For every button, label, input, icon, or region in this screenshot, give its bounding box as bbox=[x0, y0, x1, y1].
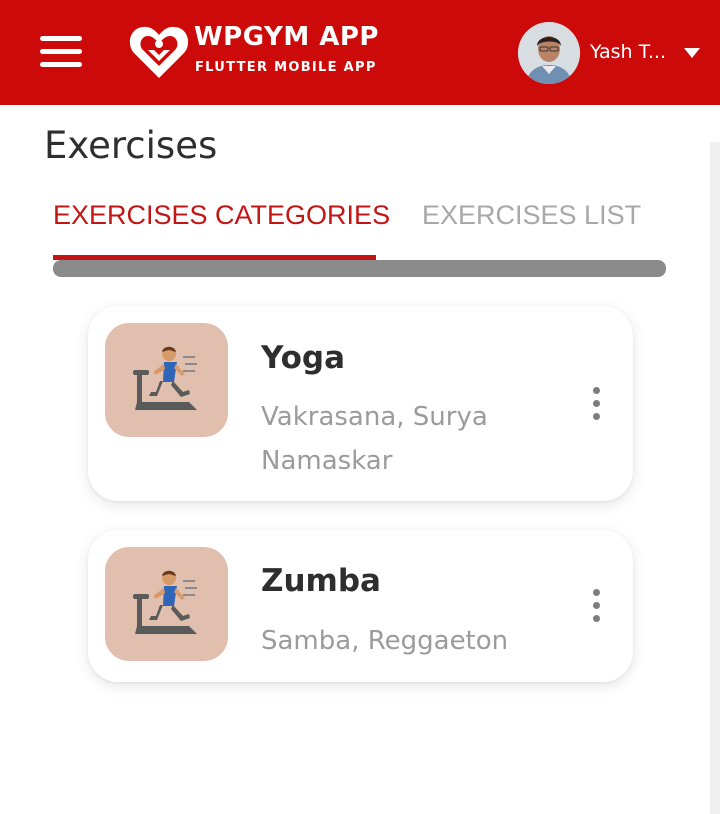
treadmill-runner-icon bbox=[133, 570, 197, 634]
category-card-yoga[interactable]: Yoga Vakrasana, Surya Namaskar bbox=[88, 306, 633, 501]
hamburger-menu-icon[interactable] bbox=[38, 34, 84, 70]
app-logo: WPGYM APP FLUTTER MOBILE APP bbox=[128, 20, 398, 84]
app-bar: WPGYM APP FLUTTER MOBILE APP Yash T... bbox=[0, 0, 720, 105]
category-description: Samba, Reggaeton bbox=[261, 626, 509, 656]
category-description: Vakrasana, Surya Namaskar bbox=[261, 402, 488, 476]
category-card-zumba[interactable]: Zumba Samba, Reggaeton bbox=[88, 530, 633, 682]
avatar[interactable] bbox=[518, 22, 580, 84]
more-options-icon[interactable] bbox=[584, 586, 608, 630]
dropdown-caret-icon[interactable] bbox=[684, 48, 700, 58]
tab-exercises-list[interactable]: EXERCISES LIST bbox=[422, 200, 641, 231]
category-title: Yoga bbox=[261, 340, 346, 376]
more-options-icon[interactable] bbox=[584, 384, 608, 428]
tab-indicator-active bbox=[53, 255, 376, 260]
scrollbar-track[interactable] bbox=[710, 142, 720, 814]
user-menu[interactable]: Yash T... bbox=[518, 22, 708, 84]
heart-logo-icon bbox=[129, 26, 189, 78]
category-title: Zumba bbox=[261, 563, 381, 599]
tab-indicator-track bbox=[53, 260, 666, 277]
logo-subtitle: FLUTTER MOBILE APP bbox=[195, 60, 377, 75]
tab-exercises-categories[interactable]: EXERCISES CATEGORIES bbox=[53, 200, 390, 231]
treadmill-runner-icon bbox=[133, 346, 197, 410]
category-thumbnail bbox=[105, 323, 228, 437]
logo-title: WPGYM APP bbox=[194, 22, 379, 52]
category-thumbnail bbox=[105, 547, 228, 661]
page-title: Exercises bbox=[44, 124, 218, 167]
user-name[interactable]: Yash T... bbox=[590, 41, 666, 63]
